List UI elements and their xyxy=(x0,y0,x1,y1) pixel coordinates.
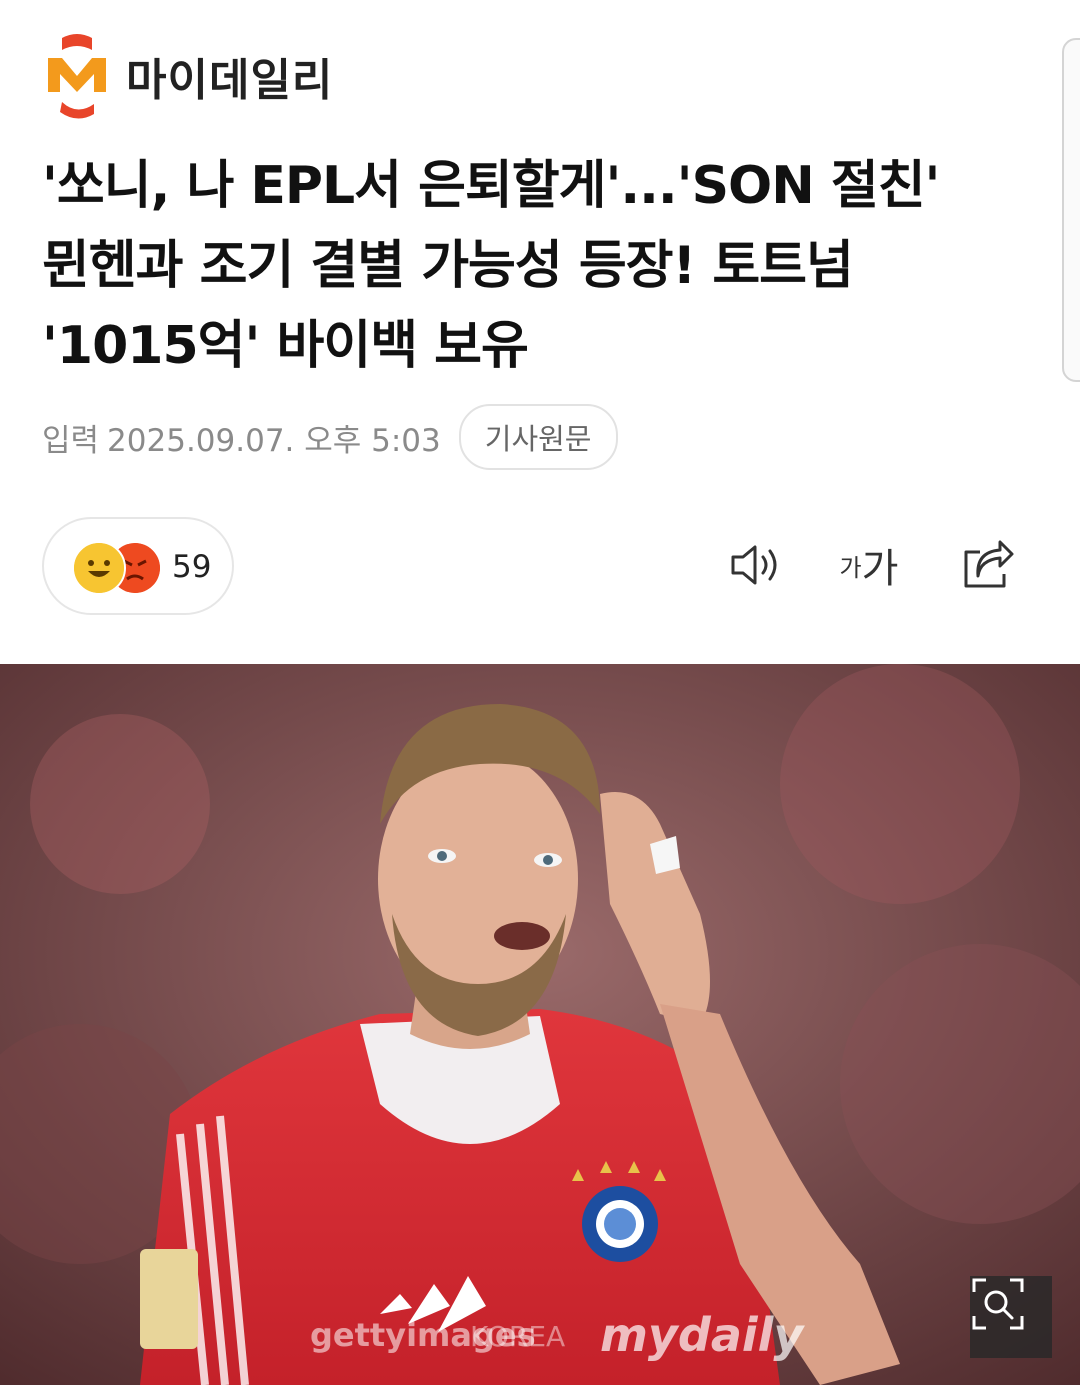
zoom-icon xyxy=(972,1278,1024,1330)
article-headline: '쏘니, 나 EPL서 은퇴할게'...'SON 절친' 뮌헨과 조기 결별 가… xyxy=(42,146,1042,386)
headline-line: '쏘니, 나 EPL서 은퇴할게'...'SON 절친' xyxy=(42,156,940,216)
speaker-icon xyxy=(731,545,777,585)
player-photo-illustration xyxy=(0,664,1080,1385)
article-meta: 입력 2025.09.07. 오후 5:03 기사원문 xyxy=(42,404,618,470)
mydaily-logo-icon xyxy=(48,34,106,119)
audio-button[interactable] xyxy=(724,532,790,598)
scroll-indicator[interactable] xyxy=(1062,38,1080,382)
korea-watermark: KOREA xyxy=(470,1320,566,1353)
headline-line: 뮌헨과 조기 결별 가능성 등장! 토트넘 xyxy=(42,236,854,296)
font-big-label: 가 xyxy=(861,546,899,592)
brand-header[interactable]: 마이데일리 xyxy=(42,30,333,122)
article-page: 마이데일리 '쏘니, 나 EPL서 은퇴할게'...'SON 절친' 뮌헨과 조… xyxy=(0,0,1080,1389)
article-photo[interactable] xyxy=(0,664,1080,1385)
meta-label: 입력 xyxy=(42,422,100,459)
original-article-button[interactable]: 기사원문 xyxy=(458,404,618,470)
brand-name: 마이데일리 xyxy=(126,55,334,106)
published-date: 2025.09.07. 오후 5:03 xyxy=(107,422,441,459)
mydaily-watermark: mydaily xyxy=(600,1308,804,1362)
font-small-label: 가 xyxy=(839,553,862,582)
reaction-count: 59 xyxy=(172,549,212,585)
reaction-button[interactable]: 59 xyxy=(42,517,234,615)
share-icon xyxy=(964,540,1014,588)
share-button[interactable] xyxy=(954,532,1020,598)
zoom-button[interactable] xyxy=(970,1276,1052,1358)
headline-line: '1015억' 바이백 보유 xyxy=(42,316,529,376)
smile-emoji-icon xyxy=(72,541,126,595)
font-size-button[interactable]: 가가 xyxy=(836,532,902,598)
